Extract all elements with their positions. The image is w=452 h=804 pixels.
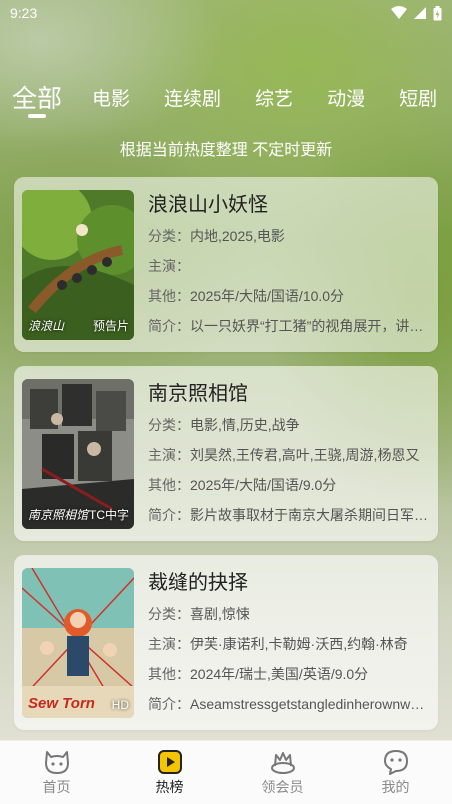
- item-cast: 主演：伊芙·康诺利,卡勒姆·沃西,约翰·林奇: [148, 636, 408, 652]
- tab-all[interactable]: 全部: [12, 76, 62, 118]
- poster-badge: TC中字: [89, 508, 129, 522]
- item-intro: 简介：Aseamstressgetstangledinherownwebof: [148, 696, 432, 712]
- poster-image[interactable]: 浪浪山 预告片: [22, 190, 134, 340]
- status-bar: 9:23: [0, 0, 452, 26]
- item-title: 浪浪山小妖怪: [148, 194, 268, 216]
- tab-short-drama[interactable]: 短剧: [399, 76, 437, 111]
- item-category: 分类：喜剧,惊悚: [148, 606, 250, 622]
- status-time: 9:23: [10, 5, 38, 21]
- nav-hot-list[interactable]: 热榜: [113, 741, 226, 804]
- item-other: 其他：2025年/大陆/国语/10.0分: [148, 288, 345, 304]
- cat-face-icon: [44, 750, 69, 774]
- poster-title-text: 南京照相馆: [28, 508, 89, 522]
- poster-badge: HD: [111, 698, 129, 712]
- nav-home[interactable]: 首页: [0, 741, 113, 804]
- play-icon: [157, 749, 182, 774]
- poster-image[interactable]: 南京照相馆 TC中字: [22, 379, 134, 529]
- item-category: 分类：内地,2025,电影: [148, 228, 285, 244]
- poster-title-text: 浪浪山: [28, 319, 65, 333]
- item-intro: 简介：以一只妖界“打工猪”的视角展开，讲述了他: [148, 318, 432, 334]
- item-other: 其他：2025年/大陆/国语/9.0分: [148, 477, 337, 493]
- item-title: 南京照相馆: [148, 383, 248, 405]
- tab-movies[interactable]: 电影: [92, 76, 130, 111]
- poster-title-text: Sew Torn: [28, 695, 95, 712]
- signal-icon: [414, 7, 426, 19]
- ranking-subtitle: 根据当前热度整理 不定时更新: [119, 142, 333, 159]
- category-tabs: 全部 电影 连续剧 综艺 动漫 短剧: [12, 76, 452, 124]
- item-intro: 简介：影片故事取材于南京大屠杀期间日军真实罪: [148, 507, 432, 523]
- poster-image[interactable]: Sew Torn HD: [22, 568, 134, 718]
- nav-mine[interactable]: 我的: [339, 741, 452, 804]
- item-category: 分类：电影,情,历史,战争: [148, 417, 300, 433]
- vip-crown-icon: [270, 751, 295, 774]
- ranking-list: 浪浪山 预告片 浪浪山小妖怪 分类：内地,2025,电影 主演： 其他：2025…: [14, 177, 438, 744]
- list-item[interactable]: 南京照相馆 TC中字 南京照相馆 分类：电影,情,历史,战争 主演：刘昊然,王传…: [14, 366, 438, 541]
- poster-badge: 预告片: [92, 319, 129, 333]
- wifi-icon: [391, 6, 407, 19]
- tab-series[interactable]: 连续剧: [164, 76, 221, 111]
- tab-variety[interactable]: 综艺: [255, 76, 293, 111]
- item-title: 裁缝的抉择: [148, 572, 248, 594]
- list-item[interactable]: 浪浪山 预告片 浪浪山小妖怪 分类：内地,2025,电影 主演： 其他：2025…: [14, 177, 438, 352]
- item-cast: 主演：刘昊然,王传君,高叶,王骁,周游,杨恩又: [148, 447, 420, 463]
- bottom-nav: 首页 热榜 领会员 我的: [0, 740, 452, 804]
- battery-icon: [433, 5, 442, 20]
- nav-vip[interactable]: 领会员: [226, 741, 339, 804]
- item-cast: 主演：: [148, 258, 190, 274]
- list-item[interactable]: Sew Torn HD 裁缝的抉择 分类：喜剧,惊悚 主演：伊芙·康诺利,卡勒姆…: [14, 555, 438, 730]
- item-other: 其他：2024年/瑞士,美国/英语/9.0分: [148, 666, 369, 682]
- tab-anime[interactable]: 动漫: [327, 76, 365, 111]
- chat-face-icon: [383, 749, 408, 775]
